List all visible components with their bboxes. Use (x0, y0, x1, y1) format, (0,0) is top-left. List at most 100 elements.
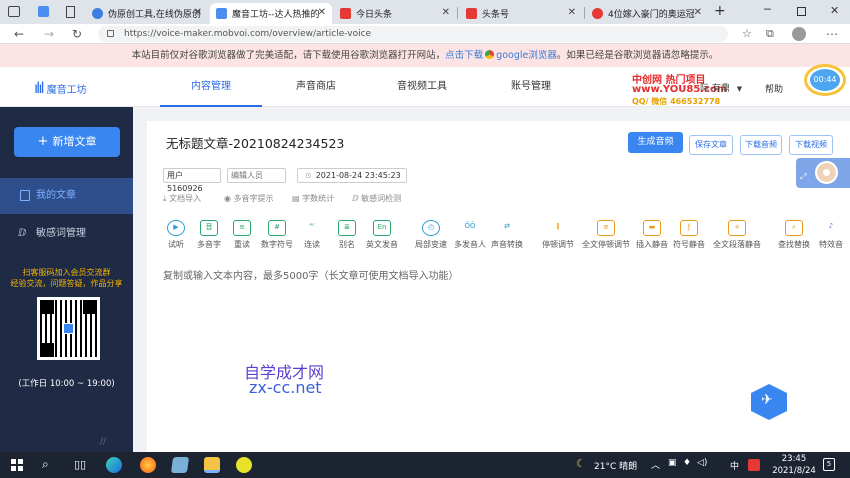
minimize-icon[interactable]: ─ (764, 3, 771, 16)
polyphone-hint[interactable]: ◉ 多音字提示 (224, 193, 274, 204)
word-count[interactable]: ▤ 字数统计 (292, 193, 334, 204)
mic-icon[interactable]: ♦ (683, 458, 691, 468)
tool-insert-silence[interactable]: ▬ 插入静音 (635, 220, 669, 250)
doc-import[interactable]: ⤓ 文档导入 (163, 193, 201, 204)
eye-icon: ◉ (224, 194, 231, 203)
tab-label: 魔音工坊--达人热推的​ (232, 10, 320, 20)
download-link[interactable]: 点击下载 (445, 50, 483, 61)
download-video-button[interactable]: 下载视频 (789, 135, 833, 155)
chevron-down-icon: ▼ (736, 85, 743, 93)
tab-5[interactable]: 4位嫁入豪门的奥运冠 ✕ (586, 3, 708, 24)
tab-separator (457, 7, 458, 19)
tool-voice-convert[interactable]: ⇄ 声音转换 (490, 220, 524, 250)
firefox-icon[interactable] (140, 457, 156, 473)
promo-line: 扫客服码加入会员交流群 (22, 268, 111, 277)
app-icon[interactable] (236, 457, 252, 473)
collections-icon[interactable]: ⧉ (766, 27, 774, 41)
tool-polyphone[interactable]: 音多音字 (194, 220, 224, 250)
reload-icon[interactable]: ↻ (72, 27, 82, 41)
tab-actions-icon[interactable] (38, 6, 49, 17)
generate-audio-button[interactable]: 生成音频 (628, 132, 683, 153)
clock[interactable]: 23:45 2021/8/24 (770, 453, 818, 477)
tab-2[interactable]: 魔音工坊--达人热推的​ ✕ (210, 3, 332, 24)
add-article-label: 新增文章 (52, 135, 97, 148)
tab-4[interactable]: 头条号 ✕ (460, 3, 582, 24)
new-page-icon[interactable] (66, 6, 75, 18)
clock-icon: ⊙ (305, 171, 312, 180)
nav-content-management[interactable]: 内容管理 (160, 67, 262, 107)
tool-sound-effect[interactable]: ♪ 特效音 (814, 220, 848, 250)
sidebar-item-my-articles[interactable]: 我的文章 (0, 178, 133, 214)
tool-label: 特效音 (819, 240, 843, 249)
close-icon[interactable]: ✕ (694, 7, 702, 18)
close-icon[interactable]: ✕ (442, 7, 450, 18)
sidebar-item-sensitive-words[interactable]: ⅅ 敏感词管理 (0, 216, 133, 252)
floating-assistant[interactable]: ⤢ (796, 158, 850, 188)
sidebar-collapse-icon[interactable]: // (100, 437, 106, 447)
tool-local-speed[interactable]: ◴ 局部变速 (414, 220, 448, 250)
expand-icon: ⤢ (800, 172, 807, 181)
nav-av-tools[interactable]: 音视频工具 (371, 67, 473, 107)
window-menu-icon[interactable] (8, 6, 20, 17)
edge-icon[interactable] (106, 457, 122, 473)
close-icon[interactable]: ✕ (194, 7, 202, 18)
network-icon[interactable]: ▣ (668, 458, 677, 468)
ime-indicator[interactable]: 中 (730, 459, 739, 472)
nav-account[interactable]: 账号管理 (480, 67, 582, 107)
tool-full-pause[interactable]: ≡ 全文停顿调节 (581, 220, 631, 250)
tool-number-symbol[interactable]: # 数字符号 (260, 220, 294, 250)
nav-voice-store[interactable]: 声音商店 (265, 67, 367, 107)
tool-paragraph-silence[interactable]: + 全文段落静音 (712, 220, 762, 250)
more-icon[interactable]: ⋯ (826, 27, 838, 41)
tool-liaison[interactable]: ᴬᶜ 连读 (297, 220, 327, 250)
text-editor-area[interactable]: 复制或输入文本内容，最多5000字（长文章可使用文档导入功能） (147, 259, 850, 452)
new-tab-icon[interactable]: + (714, 3, 726, 19)
user-chip: 用户5160926 (163, 168, 221, 193)
tool-preview[interactable]: ▶ 试听 (161, 220, 191, 250)
forward-icon[interactable]: → (44, 27, 54, 41)
task-view-icon[interactable]: ▯▯ (74, 458, 86, 471)
tool-symbol-silence[interactable]: ƒ 符号静音 (672, 220, 706, 250)
favorite-icon[interactable]: ☆ (742, 27, 752, 40)
url-field[interactable]: https://voice-maker.mobvoi.com/overview/… (98, 26, 728, 42)
number-icon: # (268, 220, 286, 236)
antivirus-icon[interactable] (748, 459, 760, 471)
logo[interactable]: ılıl 魔音工坊 (34, 79, 87, 97)
download-brand[interactable]: google浏览器 (496, 50, 557, 61)
avatar (815, 161, 838, 184)
tool-label: 试听 (168, 240, 184, 249)
tool-multi-speaker[interactable]: ÕÕ 多发音人 (453, 220, 487, 250)
search-icon[interactable]: ⌕ (42, 457, 49, 472)
close-icon[interactable]: ✕ (318, 7, 326, 18)
article-title[interactable]: 无标题文章-20210824234523 (166, 133, 344, 152)
help-link[interactable]: 帮助 (765, 82, 783, 95)
volume-icon[interactable]: ◁) (697, 458, 707, 468)
book-icon (20, 190, 30, 201)
window-close-icon[interactable]: ✕ (830, 4, 839, 17)
save-article-button[interactable]: 保存文章 (689, 135, 733, 155)
tab-3[interactable]: 今日头条 ✕ (334, 3, 456, 24)
tool-find-replace[interactable]: ⌕ 查找替换 (777, 220, 811, 250)
speakers-icon: ÕÕ (464, 222, 476, 230)
back-icon[interactable]: ← (14, 27, 24, 41)
avatar[interactable] (792, 27, 806, 41)
tool-alias[interactable]: ≣ 别名 (332, 220, 362, 250)
tool-pause[interactable]: ǁ 停顿调节 (541, 220, 575, 250)
tab-1[interactable]: 伪原创工具,在线伪原创 ✕ (86, 3, 208, 24)
tool-stress[interactable]: ≡ 重读 (227, 220, 257, 250)
user-menu[interactable]: 际 有鼎 ▼ (700, 81, 742, 94)
notification-icon[interactable]: 5 (823, 458, 835, 471)
app-icon[interactable] (170, 457, 190, 473)
sensitive-check[interactable]: ⅅ 敏感词检测 (352, 193, 401, 204)
maximize-icon[interactable] (797, 7, 806, 16)
file-explorer-icon[interactable] (204, 457, 220, 473)
weather-text[interactable]: 21°C 晴朗 (594, 459, 637, 472)
close-icon[interactable]: ✕ (568, 7, 576, 18)
add-article-button[interactable]: + 新增文章 (14, 127, 120, 157)
tray-chevron-icon[interactable]: ︿ (651, 458, 660, 471)
start-icon[interactable] (11, 459, 23, 471)
tool-english[interactable]: En 英文发音 (365, 220, 399, 250)
timer-inner: 00:44 (810, 69, 840, 91)
editor-field[interactable] (227, 168, 286, 183)
download-audio-button[interactable]: 下载音频 (740, 135, 782, 155)
